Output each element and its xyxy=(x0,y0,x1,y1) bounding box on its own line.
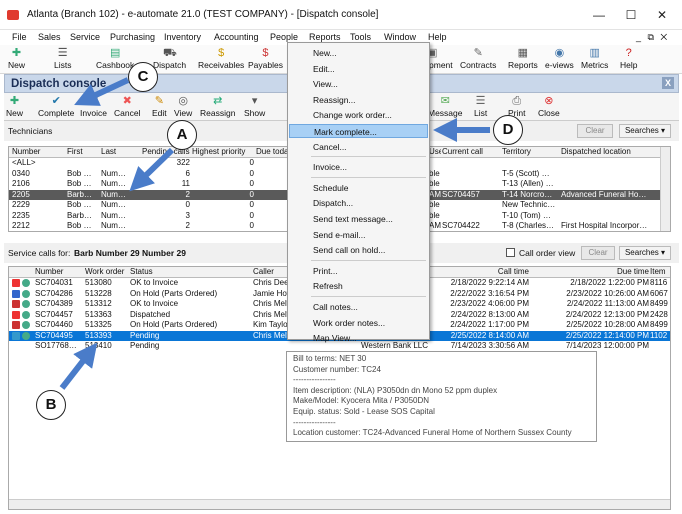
callout-arrows xyxy=(59,77,490,390)
arrow-b xyxy=(59,342,98,390)
arrow-a xyxy=(129,147,175,192)
arrow-c xyxy=(74,77,130,106)
